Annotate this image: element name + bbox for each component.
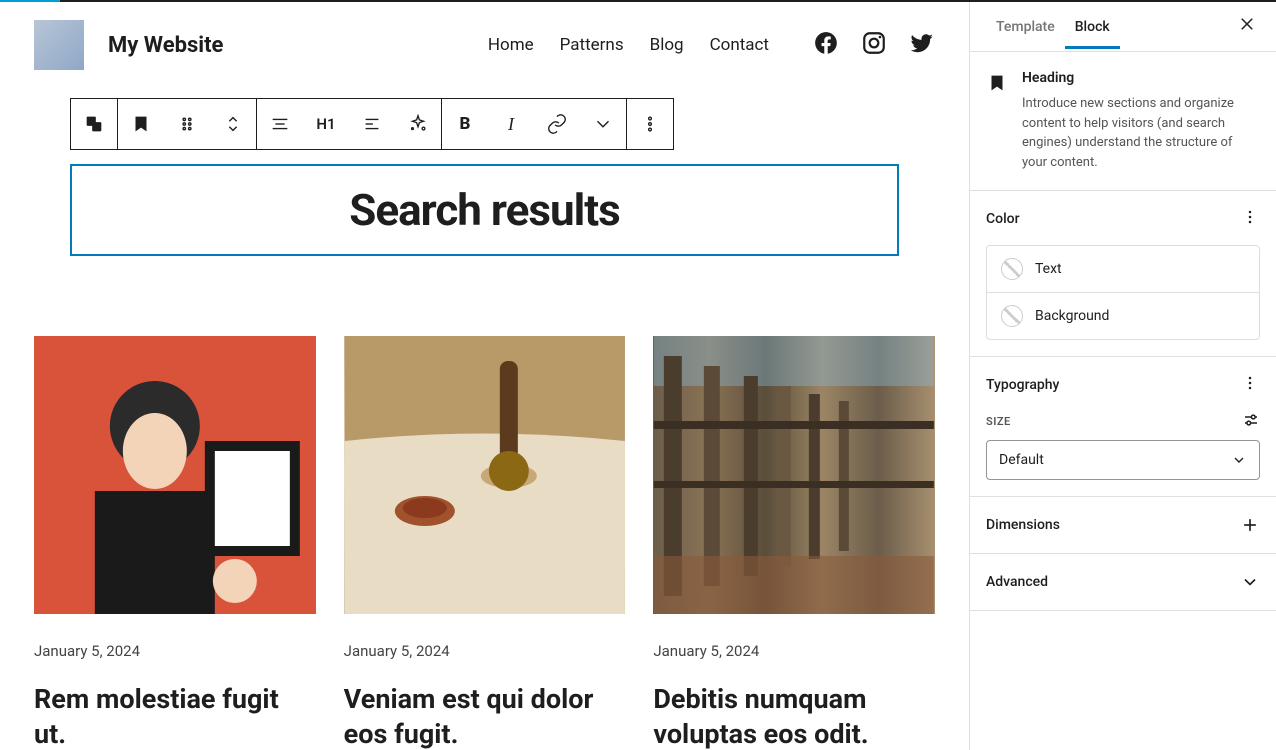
text-color-label: Text	[1035, 261, 1062, 277]
italic-button[interactable]: I	[488, 99, 534, 149]
size-value: Default	[999, 452, 1044, 468]
heading-block-icon	[986, 72, 1008, 94]
tab-template[interactable]: Template	[986, 5, 1065, 49]
typography-panel: Typography SIZE Default	[970, 357, 1276, 497]
text-color-swatch	[1001, 258, 1023, 280]
size-select[interactable]: Default	[986, 440, 1260, 480]
nav-item-contact[interactable]: Contact	[710, 35, 769, 55]
chevron-down-icon	[1240, 572, 1260, 592]
block-description: Introduce new sections and organize cont…	[1022, 94, 1260, 172]
color-panel: Color Text Background	[970, 191, 1276, 357]
post-card[interactable]: January 5, 2024 Veniam est qui dolor eos…	[344, 336, 626, 750]
post-title[interactable]: Debitis numquam voluptas eos odit.	[653, 682, 935, 750]
options-button[interactable]	[627, 99, 673, 149]
advanced-panel-toggle[interactable]: Advanced	[970, 554, 1276, 611]
nav-item-blog[interactable]: Blog	[650, 35, 684, 55]
more-formatting-button[interactable]	[580, 99, 626, 149]
editor-canvas: My Website Home Patterns Blog Contact	[0, 2, 970, 750]
color-panel-menu[interactable]	[1240, 207, 1260, 231]
site-header: My Website Home Patterns Blog Contact	[0, 2, 969, 88]
background-color-swatch	[1001, 305, 1023, 327]
text-align-button[interactable]	[349, 99, 395, 149]
plus-icon	[1240, 515, 1260, 535]
post-title[interactable]: Veniam est qui dolor eos fugit.	[344, 682, 626, 750]
link-button[interactable]	[534, 99, 580, 149]
block-type-button[interactable]	[118, 99, 164, 149]
background-color-row[interactable]: Background	[987, 293, 1259, 339]
post-date: January 5, 2024	[34, 642, 316, 660]
post-card[interactable]: January 5, 2024 Rem molestiae fugit ut.	[34, 336, 316, 750]
align-button[interactable]	[257, 99, 303, 149]
posts-grid: January 5, 2024 Rem molestiae fugit ut. …	[0, 256, 969, 750]
post-title[interactable]: Rem molestiae fugit ut.	[34, 682, 316, 750]
size-label: SIZE	[986, 415, 1011, 428]
dimensions-label: Dimensions	[986, 517, 1060, 533]
twitter-icon[interactable]	[909, 30, 935, 60]
heading-block[interactable]: Search results	[70, 164, 899, 256]
post-image	[344, 336, 626, 614]
ai-button[interactable]	[395, 99, 441, 149]
post-image	[653, 336, 935, 614]
close-sidebar-button[interactable]	[1234, 10, 1260, 43]
color-panel-title: Color	[986, 211, 1020, 227]
primary-nav: Home Patterns Blog Contact	[488, 35, 769, 55]
block-info: Heading Introduce new sections and organ…	[970, 52, 1276, 191]
text-color-row[interactable]: Text	[987, 246, 1259, 293]
block-name: Heading	[1022, 70, 1260, 86]
size-settings-icon[interactable]	[1242, 411, 1260, 432]
chevron-down-icon	[1231, 452, 1247, 468]
bold-button[interactable]: B	[442, 99, 488, 149]
select-parent-button[interactable]	[71, 99, 117, 149]
dimensions-panel-toggle[interactable]: Dimensions	[970, 497, 1276, 554]
move-up-down-button[interactable]	[210, 99, 256, 149]
typography-panel-menu[interactable]	[1240, 373, 1260, 397]
heading-text[interactable]: Search results	[92, 184, 877, 236]
tab-block[interactable]: Block	[1065, 5, 1120, 49]
social-icons	[813, 30, 935, 60]
advanced-label: Advanced	[986, 574, 1048, 590]
nav-item-home[interactable]: Home	[488, 35, 534, 55]
block-toolbar: H1 B I	[70, 98, 674, 150]
site-logo[interactable]	[34, 20, 84, 70]
nav-item-patterns[interactable]: Patterns	[560, 35, 624, 55]
settings-sidebar: Template Block Heading Introduce new sec…	[970, 2, 1276, 750]
post-date: January 5, 2024	[344, 642, 626, 660]
sidebar-tabs: Template Block	[970, 2, 1276, 52]
instagram-icon[interactable]	[861, 30, 887, 60]
heading-level-button[interactable]: H1	[303, 99, 349, 149]
post-card[interactable]: January 5, 2024 Debitis numquam voluptas…	[653, 336, 935, 750]
background-color-label: Background	[1035, 308, 1109, 324]
post-image	[34, 336, 316, 614]
post-date: January 5, 2024	[653, 642, 935, 660]
drag-handle[interactable]	[164, 99, 210, 149]
facebook-icon[interactable]	[813, 30, 839, 60]
site-title[interactable]: My Website	[108, 33, 464, 58]
typography-panel-title: Typography	[986, 377, 1059, 393]
